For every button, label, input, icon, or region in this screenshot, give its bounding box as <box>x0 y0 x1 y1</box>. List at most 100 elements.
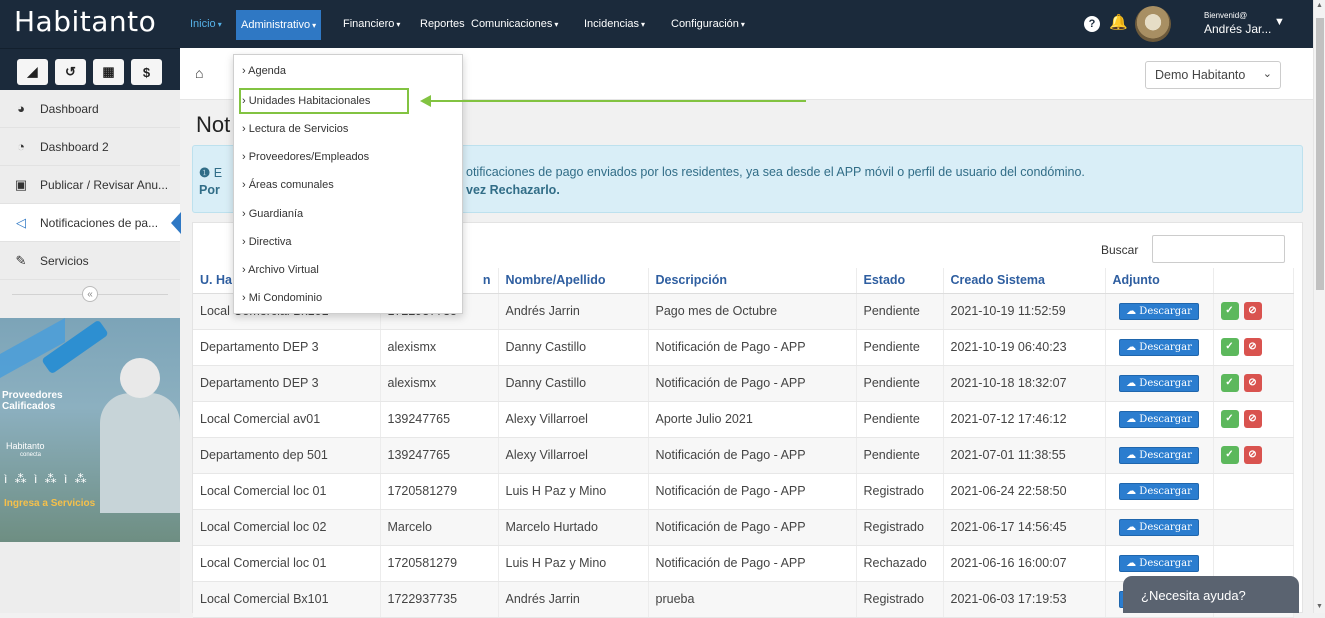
promo-banner[interactable]: Proveedores Calificados Habitanto conect… <box>0 318 180 542</box>
download-button[interactable]: ☁ Descargar <box>1119 338 1199 356</box>
sidebar-item-dashboard[interactable]: ◕ Dashboard <box>0 90 180 128</box>
sidebar-item-dashboard-2[interactable]: ◔ Dashboard 2 <box>0 128 180 166</box>
column-header-attachment[interactable]: Adjunto <box>1105 268 1214 294</box>
approve-icon[interactable]: ✓ <box>1220 410 1239 428</box>
menu-financiero[interactable]: Financiero ▾ <box>340 0 403 48</box>
scrollbar[interactable]: ▲ ▼ <box>1313 0 1325 613</box>
sidebar-item-servicios[interactable]: ✎ Servicios <box>0 242 180 280</box>
column-header-name[interactable]: Nombre/Apellido <box>498 268 649 294</box>
reject-icon[interactable]: ⊘ <box>1243 410 1262 428</box>
menu-item-areas-comunales[interactable]: › Áreas comunales <box>242 179 334 191</box>
sidebar-item-label: Servicios <box>40 253 89 268</box>
menu-incidencias[interactable]: Incidencias ▾ <box>581 0 648 48</box>
approve-icon[interactable]: ✓ <box>1220 338 1239 356</box>
column-header-status[interactable]: Estado <box>856 268 944 294</box>
download-button[interactable]: ☁ Descargar <box>1119 554 1199 572</box>
cell-status: Registrado <box>856 473 944 510</box>
cell-attachment: ☁ Descargar <box>1105 473 1214 510</box>
cell-created: 2021-06-24 22:58:50 <box>943 473 1106 510</box>
cell-actions: ✓ ⊘ <box>1213 365 1294 402</box>
cell-unit: Departamento DEP 3 <box>193 365 381 402</box>
condominium-select[interactable]: Demo Habitanto ⌄ <box>1145 61 1281 89</box>
help-icon[interactable]: ? <box>1084 16 1100 32</box>
approve-icon[interactable]: ✓ <box>1220 374 1239 392</box>
chevron-down-icon: ⌄ <box>1262 68 1272 80</box>
cell-status: Pendiente <box>856 437 944 474</box>
sidebar-item-label: Publicar / Revisar Anu... <box>40 177 169 192</box>
download-button[interactable]: ☁ Descargar <box>1119 374 1199 392</box>
menu-reportes[interactable]: Reportes <box>417 0 468 48</box>
alert-line-1-start: ❶ E <box>199 165 222 180</box>
calculator-icon[interactable]: ▦ <box>93 59 124 85</box>
avatar[interactable] <box>1135 6 1171 42</box>
reject-icon[interactable]: ⊘ <box>1243 302 1262 320</box>
menu-item-lectura-servicios[interactable]: › Lectura de Servicios <box>242 123 348 135</box>
menu-comunicaciones[interactable]: Comunicaciones ▾ <box>468 0 561 48</box>
menu-item-mi-condominio[interactable]: › Mi Condominio <box>242 292 322 304</box>
sidebar-collapse-row: « <box>0 280 180 308</box>
promo-icons-row: ì ⁂ ì ⁂ ì ⁂ <box>4 472 89 486</box>
download-button[interactable]: ☁ Descargar <box>1119 302 1199 320</box>
alert-line-2-start: Por <box>199 183 220 197</box>
cell-unit: Departamento DEP 3 <box>193 329 381 366</box>
download-button[interactable]: ☁ Descargar <box>1119 482 1199 500</box>
sidebar-item-notificaciones[interactable]: ◁ Notificaciones de pa... <box>0 204 181 242</box>
user-menu-caret-icon[interactable]: ▼ <box>1274 16 1285 28</box>
collapse-icon[interactable]: « <box>82 286 98 302</box>
welcome-text: Bienvenid@ <box>1204 11 1248 20</box>
download-button[interactable]: ☁ Descargar <box>1119 518 1199 536</box>
cell-actions: ✓ ⊘ <box>1213 329 1294 366</box>
reject-icon[interactable]: ⊘ <box>1243 446 1262 464</box>
bell-icon[interactable]: 🔔 <box>1109 13 1128 31</box>
alert-line-1-end: otificaciones de pago enviados por los r… <box>466 165 1085 179</box>
search-input[interactable] <box>1152 235 1285 263</box>
user-name[interactable]: Andrés Jar... <box>1204 22 1271 36</box>
cell-description: Aporte Julio 2021 <box>648 401 857 438</box>
column-header-created[interactable]: Creado Sistema <box>943 268 1106 294</box>
cell-name: Andrés Jarrin <box>498 293 649 330</box>
alert-text-start: E <box>213 166 223 180</box>
paper-plane-icon[interactable]: ◢ <box>17 59 48 85</box>
alert-line-2-end: vez Rechazarlo. <box>466 183 560 197</box>
notifications-table: U. Ha n Nombre/Apellido Descripción Esta… <box>193 268 1294 618</box>
promo-cta[interactable]: Ingresa a Servicios <box>4 499 95 509</box>
download-button[interactable]: ☁ Descargar <box>1119 410 1199 428</box>
approve-icon[interactable]: ✓ <box>1220 302 1239 320</box>
menu-item-proveedores[interactable]: › Proveedores/Empleados <box>242 151 369 163</box>
menu-item-archivo-virtual[interactable]: › Archivo Virtual <box>242 264 319 276</box>
cell-created: 2021-10-19 11:52:59 <box>943 293 1106 330</box>
help-chat-button[interactable]: ¿Necesita ayuda? <box>1123 576 1299 613</box>
cell-attachment: ☁ Descargar <box>1105 401 1214 438</box>
scroll-up-icon[interactable]: ▲ <box>1316 2 1323 9</box>
scroll-down-icon[interactable]: ▼ <box>1316 603 1323 610</box>
menu-item-directiva[interactable]: › Directiva <box>242 236 292 248</box>
table-row: Local Comercial av01 139247765 Alexy Villa… <box>193 401 1294 438</box>
table-row: Departamento dep 501 139247765 Alexy Villa… <box>193 437 1294 474</box>
column-header-description[interactable]: Descripción <box>648 268 857 294</box>
cell-attachment: ☁ Descargar <box>1105 437 1214 474</box>
menu-configuracion[interactable]: Configuración ▾ <box>668 0 748 48</box>
cell-status: Registrado <box>856 509 944 546</box>
approve-icon[interactable]: ✓ <box>1220 446 1239 464</box>
caret-down-icon: ▾ <box>554 19 559 29</box>
annotation-arrow-line <box>428 100 806 102</box>
cell-status: Registrado <box>856 581 944 618</box>
cell-created: 2021-10-19 06:40:23 <box>943 329 1106 366</box>
history-icon[interactable]: ↺ <box>55 59 86 85</box>
reject-icon[interactable]: ⊘ <box>1243 374 1262 392</box>
reject-icon[interactable]: ⊘ <box>1243 338 1262 356</box>
cell-description: Notificación de Pago - APP <box>648 509 857 546</box>
menu-label: Inicio <box>190 18 216 30</box>
sidebar-item-publicar[interactable]: ▣ Publicar / Revisar Anu... <box>0 166 180 204</box>
menu-inicio[interactable]: Inicio ▾ <box>187 0 225 48</box>
menu-administrativo[interactable]: Administrativo ▾ <box>236 10 322 40</box>
menu-item-guardiania[interactable]: › Guardianía <box>242 208 303 220</box>
cell-status: Pendiente <box>856 365 944 402</box>
scrollbar-thumb[interactable] <box>1316 18 1324 290</box>
dollar-icon[interactable]: $ <box>131 59 162 85</box>
app-logo[interactable]: Habitanto <box>0 0 180 48</box>
download-button[interactable]: ☁ Descargar <box>1119 446 1199 464</box>
menu-item-agenda[interactable]: › Agenda <box>242 65 286 77</box>
home-icon[interactable]: ⌂ <box>195 65 203 81</box>
helmet-graphic <box>120 358 160 398</box>
